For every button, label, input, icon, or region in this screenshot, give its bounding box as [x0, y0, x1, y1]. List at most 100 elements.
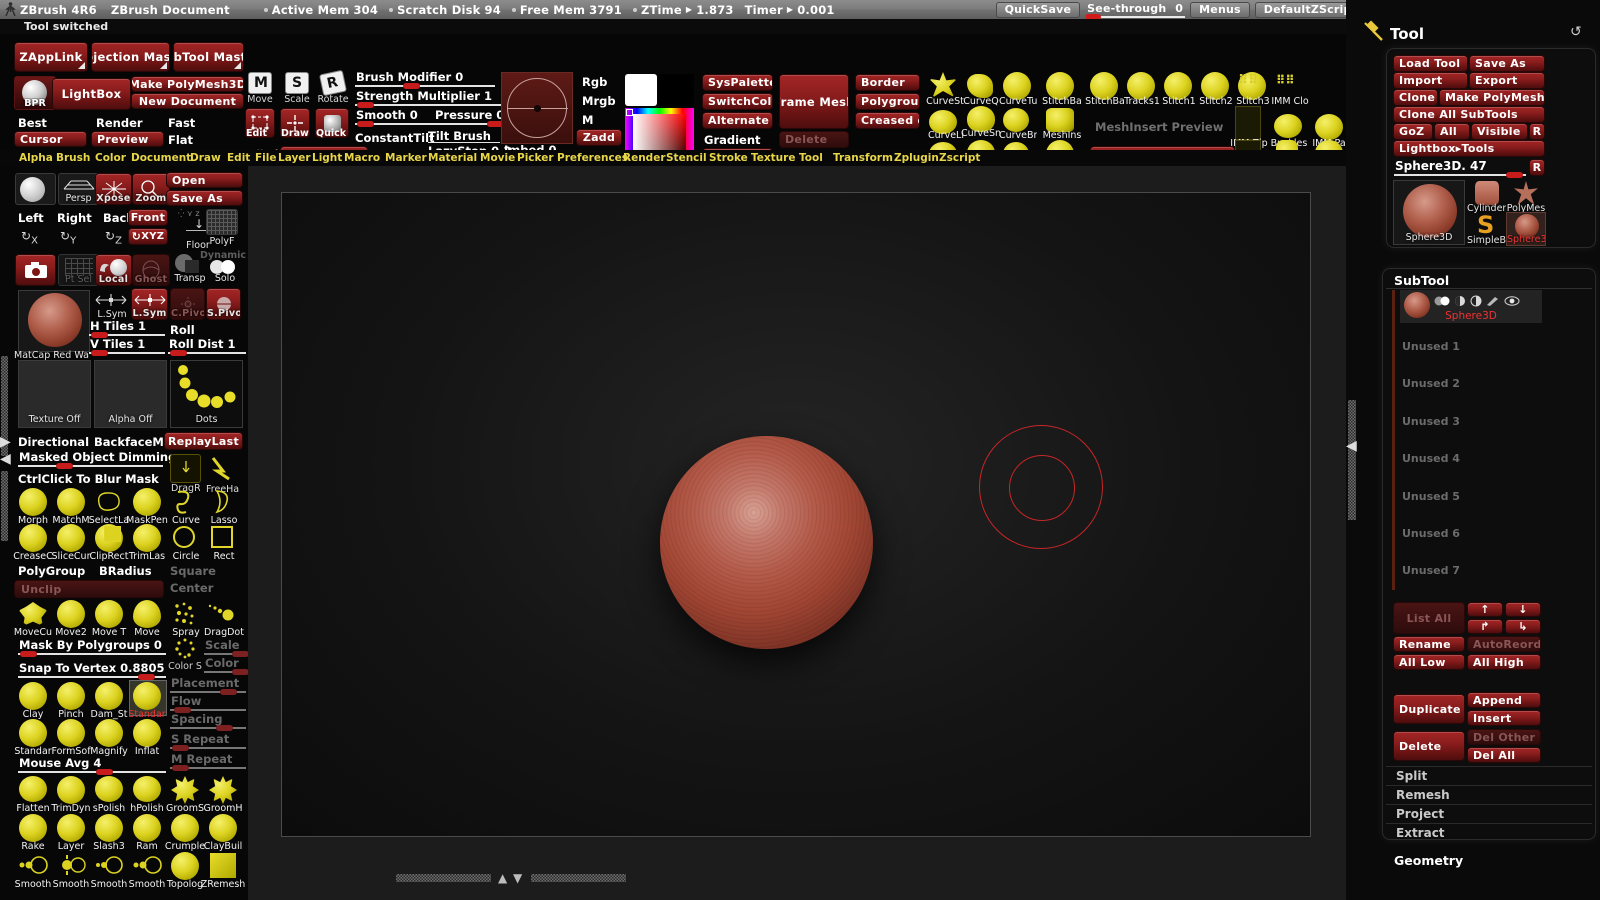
- del-all-button[interactable]: Del All: [1467, 747, 1541, 763]
- brush-label[interactable]: GroomH: [201, 803, 245, 814]
- rename-button[interactable]: Rename: [1393, 636, 1465, 652]
- geometry-section-title[interactable]: Geometry: [1394, 853, 1463, 868]
- tilt-brush-label[interactable]: Tilt Brush: [428, 129, 491, 143]
- replaylast-button[interactable]: ReplayLast: [164, 432, 243, 450]
- stroke-label[interactable]: DragDot: [202, 627, 246, 638]
- insert-button[interactable]: Insert: [1467, 710, 1541, 726]
- axis-z-icon[interactable]: ↻Z: [105, 229, 122, 246]
- export-button[interactable]: Export: [1469, 72, 1545, 89]
- preview-button[interactable]: Preview: [91, 131, 164, 147]
- menus-button[interactable]: Menus: [1190, 2, 1250, 18]
- move-icon[interactable]: M: [248, 72, 272, 94]
- roll-label[interactable]: Roll: [170, 323, 195, 337]
- smooth-slider[interactable]: Smooth 0: [355, 110, 435, 125]
- gradient-label[interactable]: Gradient: [704, 133, 761, 147]
- left-scroll-handle-bottom[interactable]: [1, 471, 8, 541]
- best-label[interactable]: Best: [18, 116, 47, 130]
- zadd-mode[interactable]: Zadd: [576, 129, 622, 146]
- spivot-button[interactable]: S.Pivot: [206, 288, 241, 320]
- tool-thumb-sphere3d[interactable]: Sphere3D: [1393, 180, 1465, 245]
- stroke-label[interactable]: Circle: [166, 551, 206, 562]
- sphere-model[interactable]: [660, 436, 873, 649]
- eye-icon[interactable]: [1504, 295, 1520, 310]
- menu-file[interactable]: File: [255, 152, 277, 164]
- h-tiles-slider[interactable]: H Tiles 1: [89, 321, 165, 336]
- r-button-2[interactable]: R: [1529, 159, 1545, 176]
- save-as-button[interactable]: Save As: [166, 190, 243, 206]
- arrow-merge-down-icon[interactable]: ↳: [1505, 619, 1541, 634]
- menu-marker[interactable]: Marker: [385, 152, 427, 164]
- section-extract[interactable]: Extract: [1386, 823, 1592, 842]
- menu-render[interactable]: Render: [623, 152, 666, 164]
- menu-layer[interactable]: Layer: [278, 152, 311, 164]
- freehand-icon[interactable]: FreeHan: [206, 454, 239, 483]
- section-split[interactable]: Split: [1386, 766, 1592, 785]
- flat-label[interactable]: Flat: [168, 133, 193, 147]
- all-low-button[interactable]: All Low: [1393, 654, 1465, 670]
- bpr-button[interactable]: BPR: [14, 76, 56, 110]
- polygroup-label[interactable]: PolyGroup: [18, 564, 85, 578]
- tool-thumb-simplebrush[interactable]: S SimpleBr: [1467, 212, 1506, 246]
- bottom-expand-up-icon[interactable]: ▲: [498, 871, 507, 885]
- local-button[interactable]: Local: [95, 254, 132, 286]
- section-project[interactable]: Project: [1386, 804, 1592, 823]
- load-tool-button[interactable]: Load Tool: [1393, 55, 1468, 72]
- view-front-button[interactable]: Front: [128, 209, 168, 226]
- menu-tool[interactable]: Tool: [799, 152, 823, 164]
- v-tiles-slider[interactable]: V Tiles 1: [89, 339, 165, 354]
- stroke-thumb[interactable]: Dots: [170, 360, 243, 428]
- menu-stroke[interactable]: Stroke: [709, 152, 748, 164]
- arrow-merge-up-icon[interactable]: ↱: [1467, 619, 1503, 634]
- reset-icon[interactable]: ↺: [1570, 24, 1582, 40]
- solo-icon[interactable]: Dynamic Solo: [208, 252, 242, 284]
- stroke-label[interactable]: Rect: [204, 551, 244, 562]
- subtool-unused-6[interactable]: Unused 6: [1402, 527, 1460, 540]
- lightbox-tools-button[interactable]: Lightbox▸Tools: [1393, 140, 1545, 157]
- make-polymesh3d-tool-button[interactable]: Make PolyMesh3D: [1439, 89, 1545, 106]
- fast-label[interactable]: Fast: [168, 116, 195, 130]
- document-canvas[interactable]: [281, 192, 1311, 837]
- switchcolor-button[interactable]: SwitchColor: [702, 93, 773, 110]
- half-circle-icon[interactable]: [1454, 295, 1466, 310]
- creased-edges-button[interactable]: Creased edg: [855, 112, 920, 129]
- constanttilt-label[interactable]: ConstantTilt: [355, 131, 435, 145]
- render-label[interactable]: Render: [96, 116, 143, 130]
- menu-zscript[interactable]: Zscript: [939, 152, 980, 164]
- menu-picker[interactable]: Picker: [517, 152, 554, 164]
- zapplink-button[interactable]: ZAppLink: [14, 42, 88, 72]
- subtool-unused-4[interactable]: Unused 4: [1402, 452, 1460, 465]
- alpha-thumb[interactable]: Alpha Off: [94, 360, 167, 428]
- all-high-button[interactable]: All High: [1467, 654, 1541, 670]
- scale-icon[interactable]: S: [285, 72, 309, 94]
- matcap-thumb[interactable]: [18, 290, 90, 352]
- subtool-unused-7[interactable]: Unused 7: [1402, 564, 1460, 577]
- tray-scroll-bottom[interactable]: [1348, 460, 1356, 520]
- menu-stencil[interactable]: Stencil: [666, 152, 707, 164]
- duplicate-button[interactable]: Duplicate: [1393, 694, 1465, 724]
- rotate-icon[interactable]: R: [319, 70, 347, 97]
- r-button-1[interactable]: R: [1529, 123, 1545, 140]
- subtool-unused-3[interactable]: Unused 3: [1402, 415, 1460, 428]
- lsym-icon-1[interactable]: L.Sym: [94, 290, 130, 320]
- axis-x-icon[interactable]: ↻X: [21, 229, 38, 246]
- section-remesh[interactable]: Remesh: [1386, 785, 1592, 804]
- menu-light[interactable]: Light: [312, 152, 342, 164]
- mask-by-polygroups-slider[interactable]: Mask By Polygroups 0: [18, 640, 166, 655]
- lightbox-button[interactable]: LightBox: [52, 78, 131, 110]
- primary-color-swatch[interactable]: [625, 74, 657, 106]
- border-button[interactable]: Border: [855, 74, 920, 91]
- menu-texture[interactable]: Texture: [751, 152, 795, 164]
- append-button[interactable]: Append: [1467, 692, 1541, 708]
- brush-label[interactable]: ClayBuil: [200, 841, 246, 852]
- menu-transform[interactable]: Transform: [833, 152, 893, 164]
- polyf-icon[interactable]: PolyF: [206, 209, 238, 235]
- move-brush-label[interactable]: Move: [125, 627, 169, 638]
- left-expand-arrow-icon[interactable]: ▶: [0, 434, 11, 450]
- masked-object-dimming-slider[interactable]: Masked Object Dimming: [18, 452, 163, 467]
- goz-button[interactable]: GoZ: [1393, 123, 1433, 140]
- tool-thumb-sphere3d-active[interactable]: Sphere3: [1506, 212, 1546, 246]
- tool-thumb-cylinder[interactable]: Cylinder: [1467, 180, 1506, 213]
- menu-color[interactable]: Color: [95, 152, 126, 164]
- alpha-preview[interactable]: [501, 72, 573, 144]
- menu-brush[interactable]: Brush: [56, 152, 90, 164]
